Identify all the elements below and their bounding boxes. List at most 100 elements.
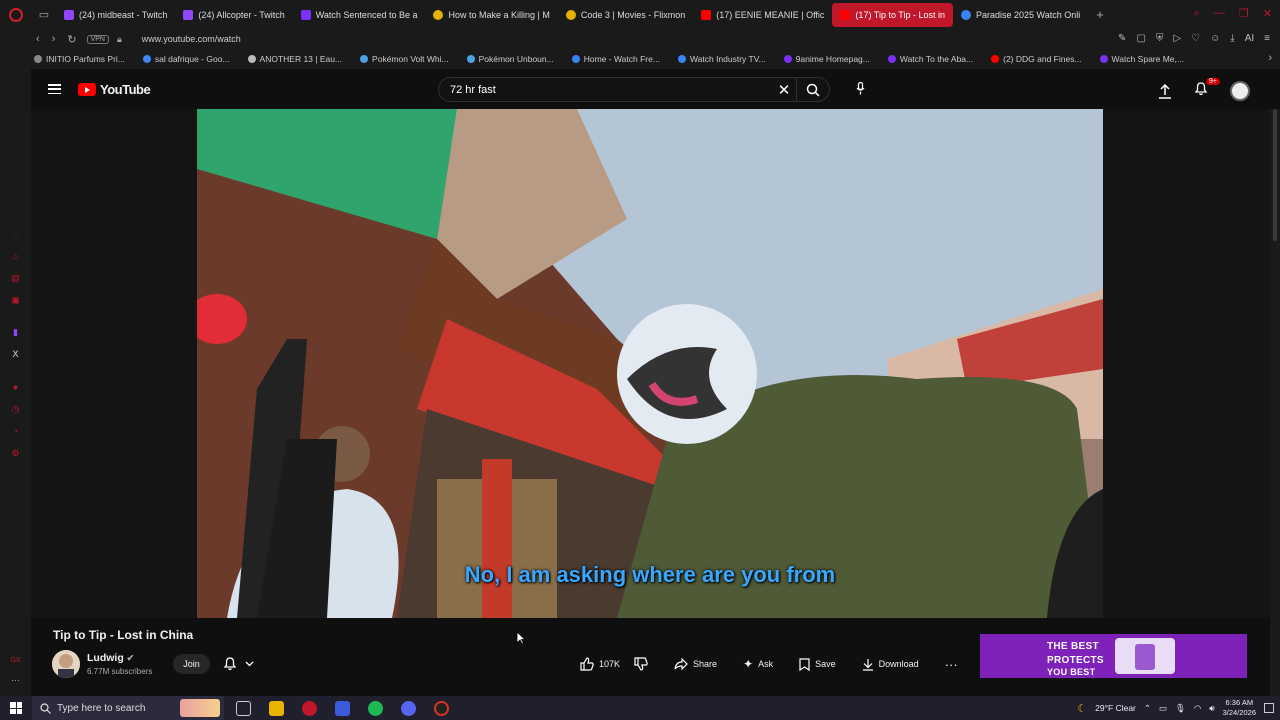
bookmarks-overflow-icon[interactable]: › xyxy=(1268,52,1272,64)
new-tab-button[interactable]: + xyxy=(1088,3,1112,27)
clear-search-icon[interactable]: ✕ xyxy=(772,81,796,99)
opera-menu-icon[interactable] xyxy=(0,0,32,29)
tab-label: (24) midbeast - Twitch xyxy=(79,9,168,20)
scrollbar-thumb[interactable] xyxy=(1273,109,1277,241)
shield-icon[interactable]: ⛨ xyxy=(1156,33,1164,44)
wifi-icon[interactable]: ◠ xyxy=(1194,703,1201,714)
video-frame[interactable]: No, I am asking where are you from xyxy=(197,109,1103,618)
mic-tray-icon[interactable]: 🎙︎ xyxy=(1175,703,1186,714)
more-icon[interactable]: ··· xyxy=(10,675,21,686)
search-button[interactable] xyxy=(797,83,829,97)
channel-avatar[interactable] xyxy=(52,650,80,678)
bookmark-item[interactable]: (2) DDG and Fines... xyxy=(991,54,1082,64)
bookmark-item[interactable]: sal dafrique - Goo... xyxy=(142,54,230,64)
upload-icon[interactable] xyxy=(1158,83,1172,99)
subscription-bell-button[interactable] xyxy=(223,656,254,671)
bell-icon xyxy=(223,657,237,671)
tray-chevron-icon[interactable]: ⌃ xyxy=(1144,703,1151,714)
spotify-icon[interactable] xyxy=(368,700,383,716)
ai-icon[interactable]: AI xyxy=(1245,33,1254,44)
start-button[interactable] xyxy=(0,702,32,714)
bookmark-item[interactable]: Pokémon Volt Whi... xyxy=(360,54,449,64)
player-icon[interactable]: ▷ xyxy=(1173,33,1181,44)
clock[interactable]: 6:36 AM 3/24/2026 xyxy=(1223,698,1256,718)
microphone-icon[interactable] xyxy=(856,82,865,95)
url-field[interactable]: www.youtube.com/watch xyxy=(142,34,241,44)
reload-icon[interactable]: ↻ xyxy=(67,33,76,46)
aria-icon[interactable]: ◌ xyxy=(10,229,21,240)
save-button[interactable]: Save xyxy=(799,657,836,671)
close-icon[interactable]: ✕ xyxy=(1263,7,1272,20)
tab-7-active[interactable]: (17) Tip to Tip - Lost in xyxy=(832,2,953,27)
tab-4[interactable]: How to Make a Killing | M xyxy=(425,3,557,27)
menu-icon[interactable]: ≡ xyxy=(1264,33,1270,44)
mail-icon[interactable]: ▣ xyxy=(10,295,21,306)
gx-icon[interactable]: GX xyxy=(10,655,21,666)
bookmark-item[interactable]: INITIO Parfums Pri... xyxy=(34,54,125,64)
bookmark-item[interactable]: Watch Spare Me,... xyxy=(1099,54,1184,64)
bookmark-item[interactable]: Watch Industry TV... xyxy=(677,54,766,64)
back-icon[interactable]: ‹ xyxy=(36,33,40,46)
settings-icon[interactable]: ⚙ xyxy=(10,448,21,459)
opera-icon[interactable] xyxy=(434,700,449,716)
pin-icon[interactable]: ✎ xyxy=(1118,33,1126,44)
chat-icon[interactable]: ◔ xyxy=(10,426,21,437)
profile-icon[interactable]: ☺ xyxy=(1210,33,1220,44)
channel-name[interactable]: Ludwig ✔ xyxy=(87,652,134,664)
taskbar-search[interactable]: Type here to search xyxy=(32,696,224,720)
opera-gx-icon[interactable] xyxy=(302,700,317,716)
shopping-icon[interactable]: ⌂ xyxy=(10,251,21,262)
x-icon[interactable]: X xyxy=(10,349,21,360)
like-button[interactable]: 107K xyxy=(580,657,620,671)
tab-2[interactable]: (24) Allcopter - Twitch xyxy=(175,3,292,27)
vpn-badge[interactable]: VPN xyxy=(86,34,109,44)
bookmark-item[interactable]: Pokémon Unboun... xyxy=(466,54,554,64)
discord-icon[interactable] xyxy=(401,700,416,716)
share-icon xyxy=(674,658,688,670)
tab-8[interactable]: Paradise 2025 Watch Onli xyxy=(953,3,1088,27)
bookmark-item[interactable]: Watch To the Aba... xyxy=(887,54,973,64)
advertisement-banner[interactable]: THE BEST PROTECTS YOU BEST xyxy=(980,634,1247,678)
notifications-button[interactable]: 9+ xyxy=(1194,78,1220,101)
channel-avatar-image xyxy=(52,650,80,678)
download-icon[interactable]: ⤓ xyxy=(1230,33,1234,44)
more-actions-icon[interactable]: ··· xyxy=(945,657,958,672)
hamburger-menu-icon[interactable] xyxy=(48,84,61,94)
network-icon[interactable]: ▭ xyxy=(1159,703,1167,714)
wallet-icon[interactable]: ▤ xyxy=(10,273,21,284)
page-scrollbar[interactable] xyxy=(1270,109,1280,696)
tab-overview-icon[interactable]: ▭ xyxy=(32,8,56,21)
account-avatar[interactable] xyxy=(1230,81,1250,101)
maximize-icon[interactable]: ❐ xyxy=(1239,7,1249,20)
tab-1[interactable]: (24) midbeast - Twitch xyxy=(56,3,175,27)
file-explorer-icon[interactable] xyxy=(269,700,284,716)
search-input[interactable]: 72 hr fast xyxy=(439,84,772,96)
forward-icon[interactable]: › xyxy=(52,33,56,46)
share-button[interactable]: Share xyxy=(674,658,717,670)
task-view-icon[interactable] xyxy=(236,700,251,716)
bookmark-item[interactable]: Home - Watch Fre... xyxy=(571,54,660,64)
minimize-icon[interactable]: — xyxy=(1214,7,1225,20)
tab-3[interactable]: Watch Sentenced to Be a xyxy=(293,3,426,27)
history-icon[interactable]: ◷ xyxy=(10,404,21,415)
volume-icon[interactable]: 🔊︎ xyxy=(1209,703,1214,714)
download-button[interactable]: Download xyxy=(862,658,919,671)
store-icon[interactable] xyxy=(335,700,350,716)
bookmark-item[interactable]: 9anime Homepag... xyxy=(783,54,870,64)
video-player[interactable]: No, I am asking where are you from xyxy=(31,109,1270,618)
tab-6[interactable]: (17) EENIE MEANIE | Offic xyxy=(693,3,832,27)
weather-text[interactable]: 29°F Clear xyxy=(1095,703,1136,713)
youtube-logo[interactable]: YouTube xyxy=(78,82,151,97)
notification-center-icon[interactable] xyxy=(1264,703,1274,713)
join-button[interactable]: Join xyxy=(173,654,210,674)
snapshot-icon[interactable]: ▢ xyxy=(1136,33,1145,44)
lock-icon: 🔒︎ xyxy=(116,33,122,44)
search-tabs-icon[interactable]: ⌕ xyxy=(1194,7,1200,20)
music-icon[interactable]: ● xyxy=(10,382,21,393)
bookmark-item[interactable]: ANOTHER 13 | Eau... xyxy=(247,54,342,64)
heart-icon[interactable]: ♡ xyxy=(1191,33,1200,44)
tab-5[interactable]: Code 3 | Movies - Flixmon xyxy=(558,3,693,27)
dislike-button[interactable] xyxy=(634,657,648,671)
twitch-icon[interactable]: ▮ xyxy=(10,327,21,338)
ask-button[interactable]: ✦ Ask xyxy=(743,657,773,671)
